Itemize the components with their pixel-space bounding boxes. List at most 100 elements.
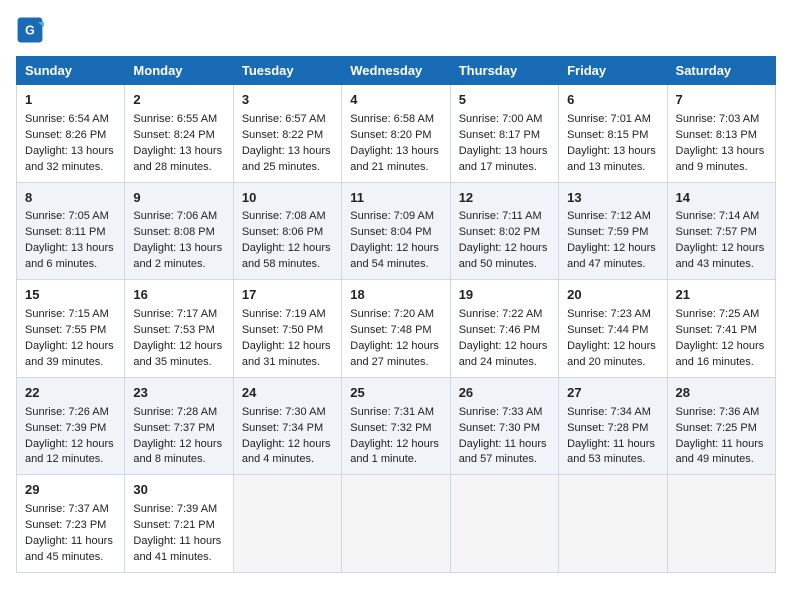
- calendar-cell: 18Sunrise: 7:20 AMSunset: 7:48 PMDayligh…: [342, 280, 450, 378]
- day-info: Daylight: 13 hours: [25, 241, 116, 257]
- day-info: Daylight: 13 hours: [676, 144, 767, 160]
- day-info: Sunset: 8:22 PM: [242, 128, 333, 144]
- calendar-cell: 29Sunrise: 7:37 AMSunset: 7:23 PMDayligh…: [17, 475, 125, 573]
- day-info: Daylight: 12 hours: [459, 241, 550, 257]
- calendar-week-row: 22Sunrise: 7:26 AMSunset: 7:39 PMDayligh…: [17, 377, 776, 475]
- day-info: Sunrise: 7:36 AM: [676, 405, 767, 421]
- day-info: Sunrise: 7:03 AM: [676, 112, 767, 128]
- day-info: and 58 minutes.: [242, 257, 333, 273]
- day-info: Sunset: 7:28 PM: [567, 421, 658, 437]
- day-info: and 1 minute.: [350, 452, 441, 468]
- day-number: 11: [350, 189, 441, 208]
- calendar-cell: 1Sunrise: 6:54 AMSunset: 8:26 PMDaylight…: [17, 85, 125, 183]
- calendar-cell: [342, 475, 450, 573]
- svg-text:G: G: [25, 24, 35, 38]
- day-info: Sunset: 7:57 PM: [676, 225, 767, 241]
- day-info: Sunrise: 6:58 AM: [350, 112, 441, 128]
- calendar-week-row: 15Sunrise: 7:15 AMSunset: 7:55 PMDayligh…: [17, 280, 776, 378]
- day-number: 19: [459, 286, 550, 305]
- day-info: Daylight: 11 hours: [133, 534, 224, 550]
- day-number: 30: [133, 481, 224, 500]
- day-info: Daylight: 12 hours: [350, 437, 441, 453]
- day-info: Sunset: 8:13 PM: [676, 128, 767, 144]
- day-info: Sunrise: 7:14 AM: [676, 209, 767, 225]
- calendar-week-row: 1Sunrise: 6:54 AMSunset: 8:26 PMDaylight…: [17, 85, 776, 183]
- day-info: Sunrise: 7:28 AM: [133, 405, 224, 421]
- calendar-cell: 4Sunrise: 6:58 AMSunset: 8:20 PMDaylight…: [342, 85, 450, 183]
- day-number: 18: [350, 286, 441, 305]
- day-info: Sunset: 7:39 PM: [25, 421, 116, 437]
- calendar-cell: 2Sunrise: 6:55 AMSunset: 8:24 PMDaylight…: [125, 85, 233, 183]
- calendar-cell: 20Sunrise: 7:23 AMSunset: 7:44 PMDayligh…: [559, 280, 667, 378]
- day-info: Sunrise: 7:17 AM: [133, 307, 224, 323]
- day-number: 28: [676, 384, 767, 403]
- day-number: 14: [676, 189, 767, 208]
- day-number: 7: [676, 91, 767, 110]
- day-info: Sunset: 8:08 PM: [133, 225, 224, 241]
- day-info: and 25 minutes.: [242, 160, 333, 176]
- day-info: Daylight: 13 hours: [25, 144, 116, 160]
- day-info: Daylight: 13 hours: [133, 144, 224, 160]
- day-info: Sunrise: 6:54 AM: [25, 112, 116, 128]
- calendar-cell: 30Sunrise: 7:39 AMSunset: 7:21 PMDayligh…: [125, 475, 233, 573]
- day-info: and 41 minutes.: [133, 550, 224, 566]
- day-number: 21: [676, 286, 767, 305]
- day-info: Daylight: 11 hours: [676, 437, 767, 453]
- day-info: Daylight: 12 hours: [25, 339, 116, 355]
- calendar-cell: 7 Sunrise: 7:03 AMSunset: 8:13 PMDaylight…: [667, 85, 775, 183]
- day-info: Sunset: 8:04 PM: [350, 225, 441, 241]
- calendar-cell: 5Sunrise: 7:00 AMSunset: 8:17 PMDaylight…: [450, 85, 558, 183]
- day-info: Sunset: 7:34 PM: [242, 421, 333, 437]
- day-info: Daylight: 12 hours: [350, 241, 441, 257]
- calendar-cell: 16Sunrise: 7:17 AMSunset: 7:53 PMDayligh…: [125, 280, 233, 378]
- day-info: Sunrise: 7:15 AM: [25, 307, 116, 323]
- day-info: and 17 minutes.: [459, 160, 550, 176]
- header-monday: Monday: [125, 57, 233, 85]
- day-number: 6: [567, 91, 658, 110]
- day-info: and 21 minutes.: [350, 160, 441, 176]
- day-info: Sunrise: 7:12 AM: [567, 209, 658, 225]
- day-info: and 9 minutes.: [676, 160, 767, 176]
- calendar-cell: 15Sunrise: 7:15 AMSunset: 7:55 PMDayligh…: [17, 280, 125, 378]
- day-info: Sunset: 7:41 PM: [676, 323, 767, 339]
- day-info: and 2 minutes.: [133, 257, 224, 273]
- day-info: Daylight: 13 hours: [567, 144, 658, 160]
- day-info: Daylight: 12 hours: [676, 339, 767, 355]
- day-info: Daylight: 12 hours: [133, 437, 224, 453]
- day-info: Sunrise: 7:26 AM: [25, 405, 116, 421]
- day-info: Sunrise: 6:55 AM: [133, 112, 224, 128]
- day-info: Daylight: 12 hours: [242, 437, 333, 453]
- day-info: Sunrise: 7:11 AM: [459, 209, 550, 225]
- day-info: Daylight: 12 hours: [567, 241, 658, 257]
- day-info: and 4 minutes.: [242, 452, 333, 468]
- calendar-cell: [233, 475, 341, 573]
- day-info: Daylight: 12 hours: [242, 241, 333, 257]
- day-info: Sunrise: 7:33 AM: [459, 405, 550, 421]
- day-number: 25: [350, 384, 441, 403]
- day-number: 5: [459, 91, 550, 110]
- day-info: Sunrise: 7:30 AM: [242, 405, 333, 421]
- day-number: 3: [242, 91, 333, 110]
- day-info: Daylight: 12 hours: [676, 241, 767, 257]
- header-saturday: Saturday: [667, 57, 775, 85]
- calendar-cell: 12Sunrise: 7:11 AMSunset: 8:02 PMDayligh…: [450, 182, 558, 280]
- day-info: Daylight: 12 hours: [133, 339, 224, 355]
- day-info: and 53 minutes.: [567, 452, 658, 468]
- day-info: and 16 minutes.: [676, 355, 767, 371]
- header-friday: Friday: [559, 57, 667, 85]
- day-info: Sunrise: 7:22 AM: [459, 307, 550, 323]
- day-info: Sunset: 7:25 PM: [676, 421, 767, 437]
- day-info: and 13 minutes.: [567, 160, 658, 176]
- day-info: and 24 minutes.: [459, 355, 550, 371]
- calendar-cell: 14Sunrise: 7:14 AMSunset: 7:57 PMDayligh…: [667, 182, 775, 280]
- calendar-cell: 8Sunrise: 7:05 AMSunset: 8:11 PMDaylight…: [17, 182, 125, 280]
- day-info: Sunset: 7:59 PM: [567, 225, 658, 241]
- day-info: Sunset: 8:17 PM: [459, 128, 550, 144]
- day-info: and 8 minutes.: [133, 452, 224, 468]
- day-info: Sunrise: 7:31 AM: [350, 405, 441, 421]
- day-info: Daylight: 13 hours: [133, 241, 224, 257]
- day-info: Sunset: 8:24 PM: [133, 128, 224, 144]
- day-info: Sunset: 8:20 PM: [350, 128, 441, 144]
- day-info: Sunrise: 7:08 AM: [242, 209, 333, 225]
- day-info: Sunset: 7:46 PM: [459, 323, 550, 339]
